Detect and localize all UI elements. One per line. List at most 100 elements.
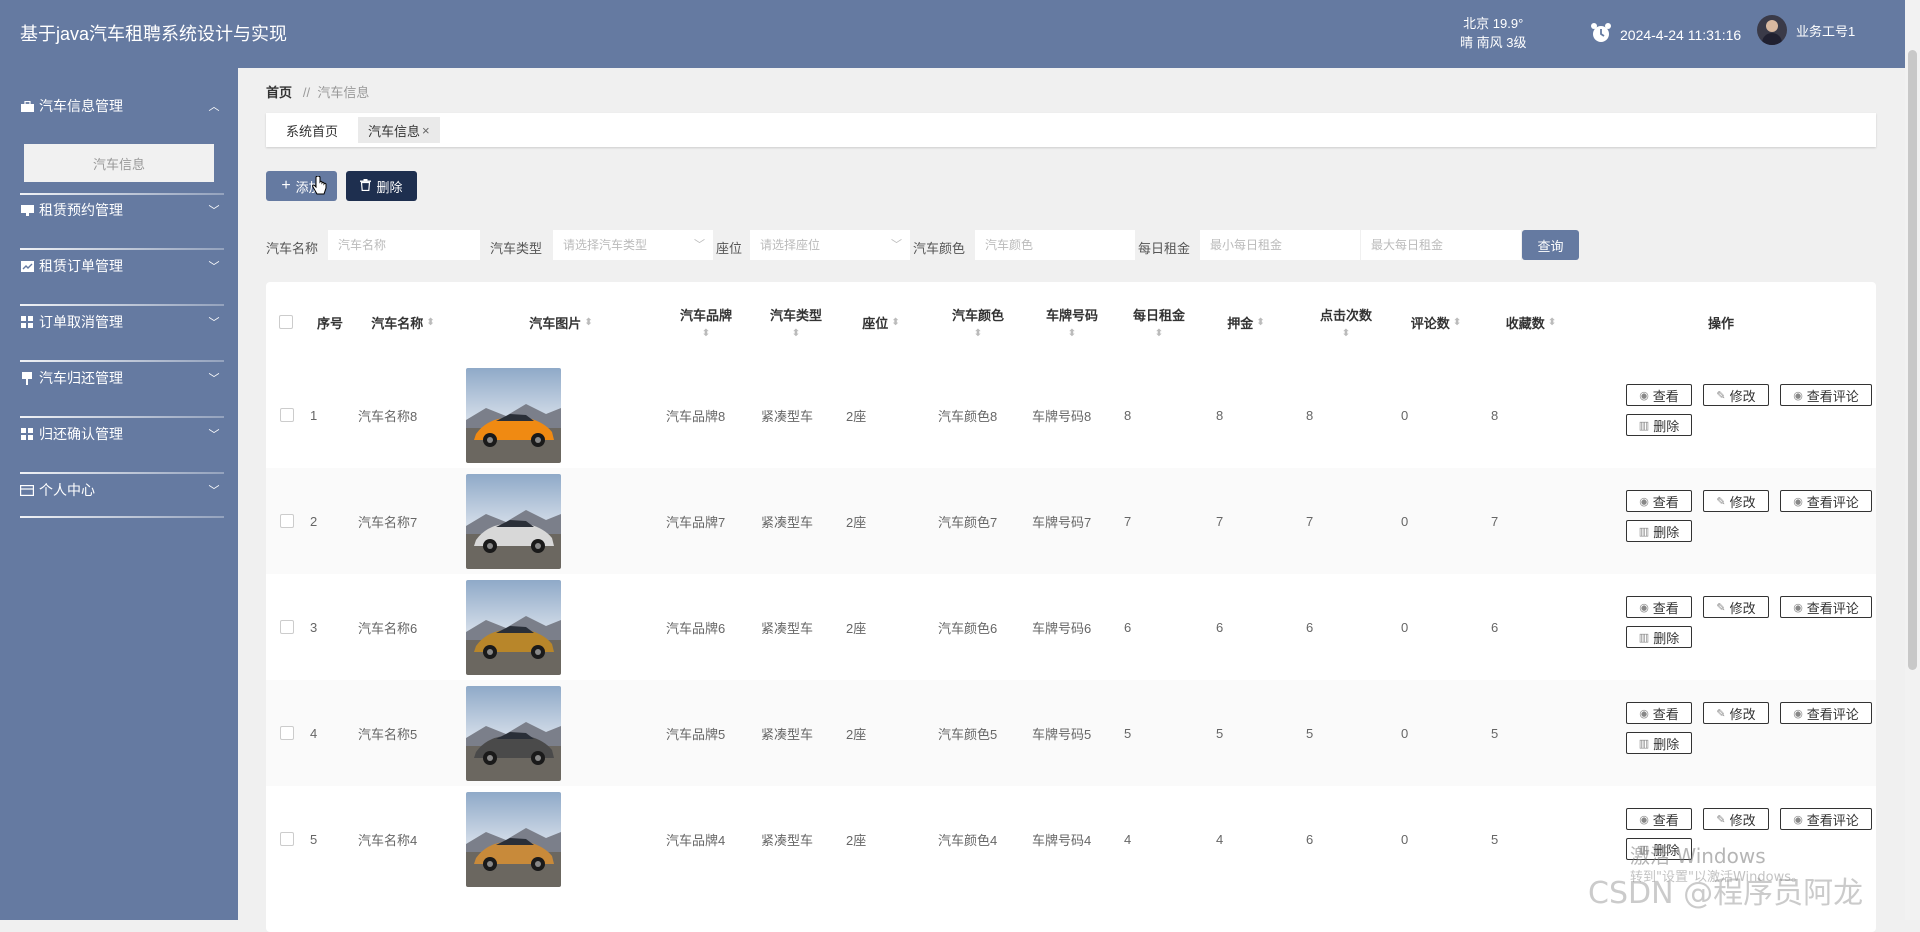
sort-icon: ⬍ xyxy=(584,316,593,328)
user-name[interactable]: 业务工号1 xyxy=(1796,21,1855,40)
header-color[interactable]: 汽车颜色 ⬍ xyxy=(938,282,1018,362)
page-scrollbar[interactable] xyxy=(1905,0,1920,920)
sidebar-item-rental-orders[interactable]: 租赁订单管理 ﹀ xyxy=(20,246,220,286)
row-delete-button[interactable]: ▥ 删除 xyxy=(1626,626,1692,648)
cell-color: 汽车颜色6 xyxy=(938,620,998,636)
sidebar-item-label: 租赁预约管理 xyxy=(39,202,123,218)
car-name-input[interactable]: 汽车名称 xyxy=(328,230,480,260)
edit-icon: ✎ xyxy=(1716,813,1726,826)
sidebar-item-order-cancel[interactable]: 订单取消管理 ﹀ xyxy=(20,302,220,342)
sidebar-item-car-info[interactable]: 汽车信息管理 ︿ xyxy=(20,86,220,126)
header-favorites[interactable]: 收藏数 ⬍ xyxy=(1491,282,1571,362)
row-checkbox[interactable] xyxy=(280,362,294,468)
chevron-down-icon: ﹀ xyxy=(891,239,902,251)
cell-index: 5 xyxy=(310,831,318,847)
submenu-item-car-info[interactable]: 汽车信息 xyxy=(24,144,214,182)
car-photo[interactable] xyxy=(466,685,561,781)
sidebar-item-personal-center[interactable]: 个人中心 ﹀ xyxy=(20,470,220,510)
rent-label: 每日租金 xyxy=(1138,241,1191,256)
sidebar-item-rental-booking[interactable]: 租赁预约管理 ﹀ xyxy=(20,190,220,230)
csdn-watermark: CSDN @程序员阿龙 xyxy=(1588,876,1864,911)
cell-clicks: 5 xyxy=(1306,725,1314,741)
edit-button[interactable]: ✎ 修改 xyxy=(1703,596,1769,618)
cell-plate: 车牌号码8 xyxy=(1032,408,1092,424)
seat-placeholder: 请选择座位 xyxy=(760,238,821,252)
car-photo[interactable] xyxy=(466,579,561,675)
breadcrumb-current: 汽车信息 xyxy=(317,85,370,100)
cell-deposit: 7 xyxy=(1216,513,1224,529)
cell-deposit: 4 xyxy=(1216,831,1224,847)
cell-image xyxy=(466,468,561,574)
car-type-select[interactable]: 请选择汽车类型 ﹀ xyxy=(553,230,713,260)
eye-icon: ◉ xyxy=(1793,707,1803,720)
header-plate[interactable]: 车牌号码 ⬍ xyxy=(1032,282,1112,362)
header-seat[interactable]: 座位 ⬍ xyxy=(846,282,916,362)
avatar[interactable] xyxy=(1757,15,1787,45)
close-icon[interactable]: × xyxy=(422,123,430,138)
header-name[interactable]: 汽车名称 ⬍ xyxy=(358,282,448,362)
cell-favorites: 6 xyxy=(1491,619,1499,635)
sidebar-item-label: 租赁订单管理 xyxy=(39,258,123,274)
row-checkbox[interactable] xyxy=(280,574,294,680)
edit-button[interactable]: ✎ 修改 xyxy=(1703,490,1769,512)
view-comments-button[interactable]: ◉ 查看评论 xyxy=(1780,384,1872,406)
cell-color: 汽车颜色5 xyxy=(938,726,998,742)
car-name-label: 汽车名称 xyxy=(266,241,319,256)
trash-icon: ▥ xyxy=(1638,631,1650,644)
view-button[interactable]: ◉ 查看 xyxy=(1626,808,1692,830)
trash-icon: ▥ xyxy=(1638,525,1650,538)
scrollbar-thumb[interactable] xyxy=(1908,50,1917,670)
car-photo[interactable] xyxy=(466,791,561,887)
car-photo[interactable] xyxy=(466,367,561,463)
rent-max-input[interactable]: 最大每日租金 xyxy=(1361,230,1521,260)
tab-car-info[interactable]: 汽车信息 × xyxy=(358,117,440,143)
header-rent[interactable]: 每日租金 ⬍ xyxy=(1124,282,1194,362)
rent-min-input[interactable]: 最小每日租金 xyxy=(1200,230,1360,260)
eye-icon: ◉ xyxy=(1639,389,1649,402)
header-brand[interactable]: 汽车品牌 ⬍ xyxy=(666,282,746,362)
sidebar-item-car-return[interactable]: 汽车归还管理 ﹀ xyxy=(20,358,220,398)
view-comments-button[interactable]: ◉ 查看评论 xyxy=(1780,490,1872,512)
view-comments-button[interactable]: ◉ 查看评论 xyxy=(1780,808,1872,830)
view-button[interactable]: ◉ 查看 xyxy=(1626,702,1692,724)
row-checkbox[interactable] xyxy=(280,680,294,786)
row-checkbox[interactable] xyxy=(280,786,294,892)
grid-icon xyxy=(20,316,34,328)
sidebar-item-return-confirm[interactable]: 归还确认管理 ﹀ xyxy=(20,414,220,454)
car-photo[interactable] xyxy=(466,473,561,569)
cell-plate: 车牌号码5 xyxy=(1032,726,1092,742)
edit-button[interactable]: ✎ 修改 xyxy=(1703,702,1769,724)
sidebar-item-label: 归还确认管理 xyxy=(39,426,123,442)
view-comments-button[interactable]: ◉ 查看评论 xyxy=(1780,596,1872,618)
header-type[interactable]: 汽车类型 ⬍ xyxy=(761,282,831,362)
edit-button[interactable]: ✎ 修改 xyxy=(1703,384,1769,406)
header-image[interactable]: 汽车图片 ⬍ xyxy=(496,282,626,362)
tab-home[interactable]: 系统首页 xyxy=(276,117,348,143)
view-comments-button[interactable]: ◉ 查看评论 xyxy=(1780,702,1872,724)
edit-icon: ✎ xyxy=(1716,601,1726,614)
header-deposit[interactable]: 押金 ⬍ xyxy=(1216,282,1276,362)
cell-brand: 汽车品牌8 xyxy=(666,408,726,424)
row-checkbox[interactable] xyxy=(280,468,294,574)
header-comments[interactable]: 评论数 ⬍ xyxy=(1401,282,1471,362)
view-button[interactable]: ◉ 查看 xyxy=(1626,384,1692,406)
color-input[interactable]: 汽车颜色 xyxy=(975,230,1135,260)
header-clicks[interactable]: 点击次数 ⬍ xyxy=(1306,282,1386,362)
query-button[interactable]: 查询 xyxy=(1522,230,1579,260)
edit-button[interactable]: ✎ 修改 xyxy=(1703,808,1769,830)
seat-label: 座位 xyxy=(716,241,743,256)
cell-image xyxy=(466,786,561,892)
row-delete-button[interactable]: ▥ 删除 xyxy=(1626,520,1692,542)
eye-icon: ◉ xyxy=(1639,813,1649,826)
delete-button-label: 删除 xyxy=(376,179,403,195)
sidebar-item-label: 个人中心 xyxy=(39,482,95,498)
header-select-all[interactable] xyxy=(276,282,296,362)
user-menu[interactable]: 业务工号1 xyxy=(1757,15,1855,45)
delete-button[interactable]: 删除 xyxy=(346,171,417,201)
row-delete-button[interactable]: ▥ 删除 xyxy=(1626,732,1692,754)
view-button[interactable]: ◉ 查看 xyxy=(1626,596,1692,618)
seat-select[interactable]: 请选择座位 ﹀ xyxy=(750,230,910,260)
view-button[interactable]: ◉ 查看 xyxy=(1626,490,1692,512)
breadcrumb-home[interactable]: 首页 xyxy=(266,85,292,100)
row-delete-button[interactable]: ▥ 删除 xyxy=(1626,414,1692,436)
